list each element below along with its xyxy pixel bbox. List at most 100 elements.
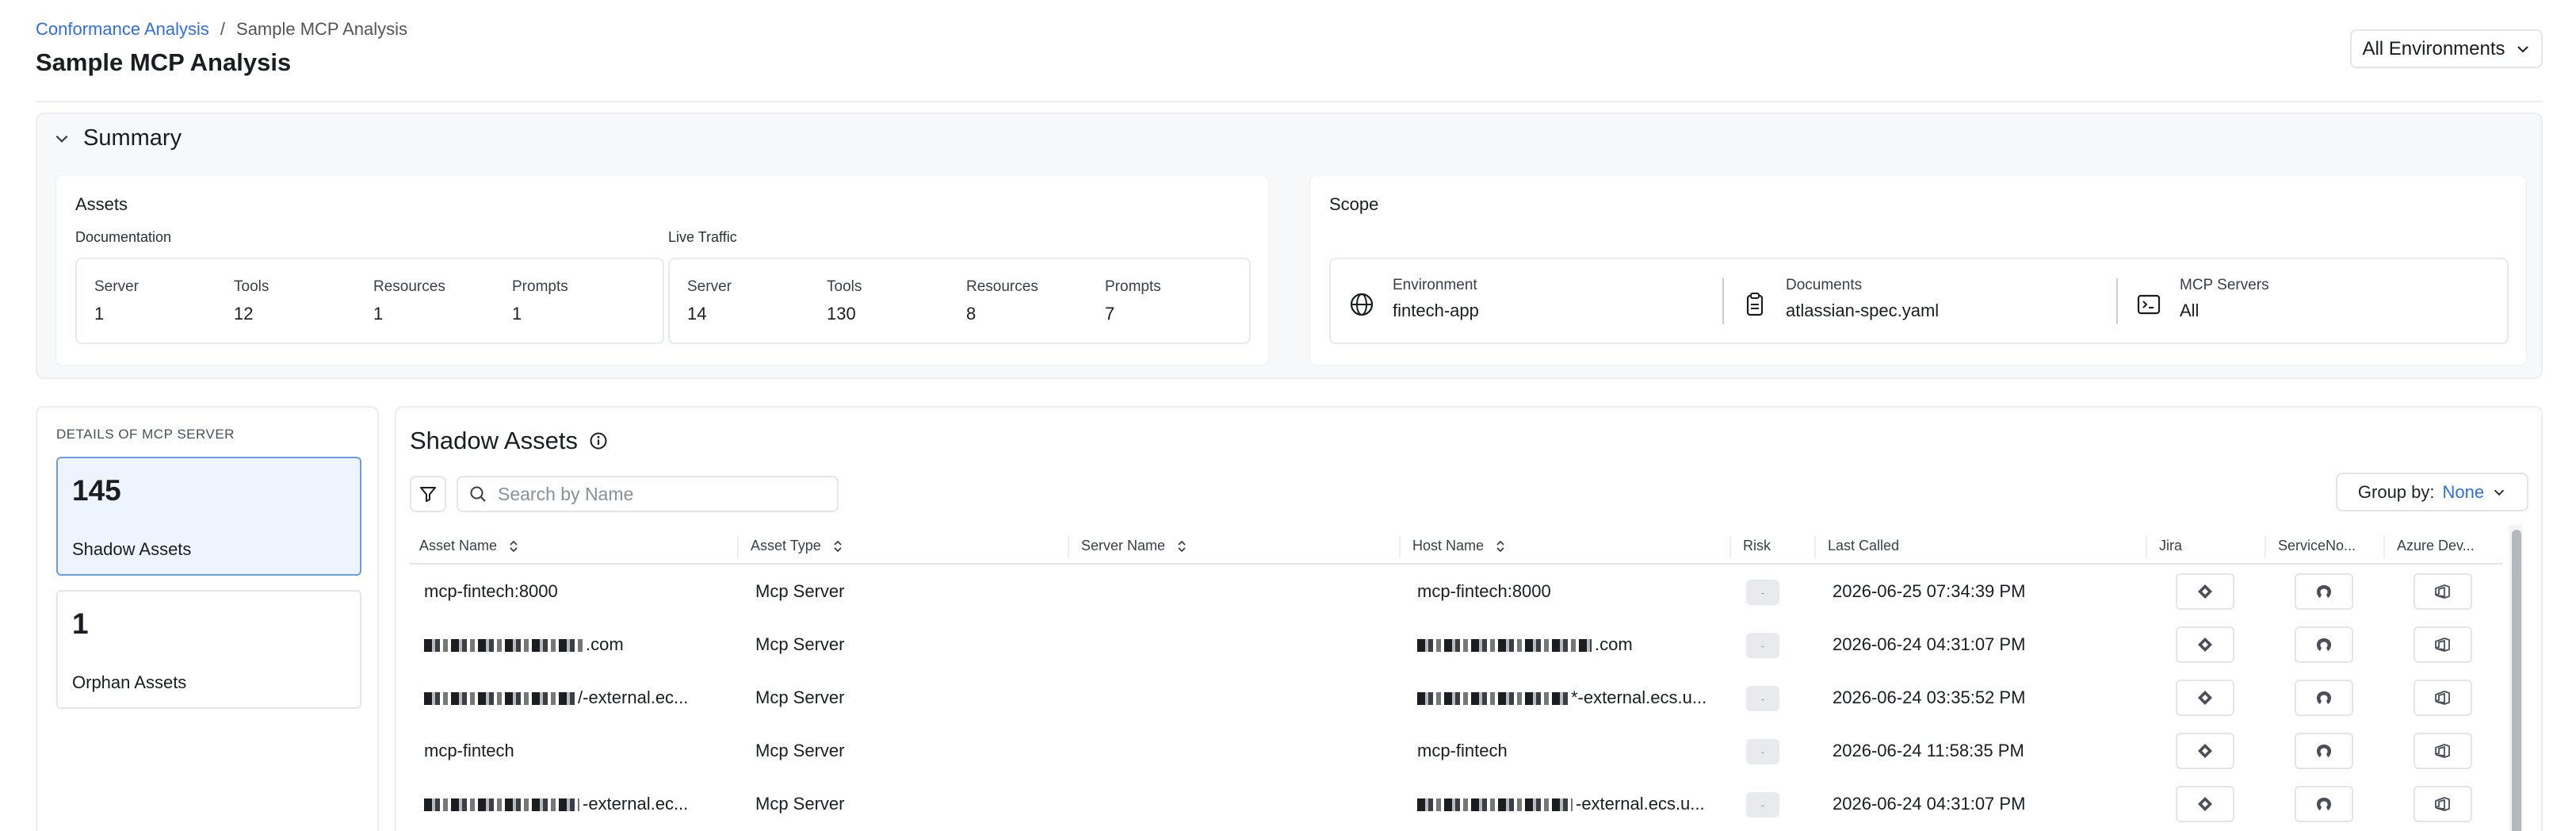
redacted-text <box>424 798 579 812</box>
stat-label: Resources <box>373 278 445 295</box>
stat-value: 14 <box>687 304 707 324</box>
cell-host-name: -external.ecs.u... <box>1417 794 1726 814</box>
detail-label: Shadow Assets <box>72 539 192 559</box>
servicenow-icon <box>2317 638 2331 651</box>
column-divider <box>2146 536 2147 558</box>
cell-last-called: 2026-06-24 03:35:52 PM <box>1833 687 2026 707</box>
environment-select[interactable]: All Environments <box>2350 29 2543 68</box>
filter-button[interactable] <box>410 476 446 512</box>
breadcrumb-link-conformance-analysis[interactable]: Conformance Analysis <box>36 19 209 40</box>
scope-label: Documents <box>1786 277 1863 293</box>
group-by-label: Group by: <box>2357 481 2435 502</box>
servicenow-button[interactable] <box>2295 733 2353 769</box>
filter-icon <box>420 487 436 502</box>
table-row[interactable]: /-external.ec... Mcp Server *-external.e… <box>410 672 2502 725</box>
assets-card: Assets Documentation Server 1 Tools 12 R… <box>55 174 1269 366</box>
details-heading: DETAILS OF MCP SERVER <box>56 427 235 442</box>
column-label: Jira <box>2159 538 2183 553</box>
stat-label: Prompts <box>512 278 568 295</box>
column-divider <box>1399 536 1401 558</box>
column-label: ServiceNo... <box>2278 538 2356 553</box>
shadow-assets-heading: Shadow Assets <box>410 427 608 455</box>
breadcrumb-current: Sample MCP Analysis <box>236 19 408 39</box>
cell-host-name-visible: .com <box>1595 634 1633 654</box>
details-panel: DETAILS OF MCP SERVER 145 Shadow Assets … <box>36 406 379 831</box>
cell-asset-type: Mcp Server <box>755 794 845 814</box>
orphan-assets-card[interactable]: 1 Orphan Assets <box>56 590 361 709</box>
column-last-called[interactable]: Last Called <box>1828 538 1899 554</box>
stat-value: 1 <box>94 304 105 324</box>
azure-devops-button[interactable] <box>2414 626 2472 663</box>
servicenow-button[interactable] <box>2295 626 2353 663</box>
cell-asset-name-visible: /-external.ec... <box>578 687 689 707</box>
risk-badge: - <box>1746 580 1779 605</box>
info-icon[interactable] <box>589 431 608 450</box>
azure-devops-icon <box>2435 584 2450 599</box>
risk-badge: - <box>1746 792 1779 818</box>
column-divider <box>2383 536 2385 558</box>
summary-title: Summary <box>83 125 182 151</box>
column-label: Azure Dev... <box>2397 538 2475 553</box>
search-input[interactable] <box>498 483 831 505</box>
azure-devops-button[interactable] <box>2414 573 2472 610</box>
group-by-value: None <box>2442 481 2485 502</box>
detail-label: Orphan Assets <box>72 672 187 692</box>
shadow-assets-title: Shadow Assets <box>410 427 578 454</box>
azure-devops-button[interactable] <box>2414 680 2472 716</box>
documentation-label: Documentation <box>75 229 172 245</box>
group-by-select[interactable]: Group by: None <box>2336 473 2528 511</box>
scope-environment: Environment fintech-app <box>1348 277 1479 321</box>
assets-card-title: Assets <box>75 194 128 214</box>
scope-card: Scope Environment fintech-app Documents … <box>1309 174 2527 366</box>
jira-button[interactable] <box>2176 626 2234 663</box>
summary-toggle[interactable]: Summary <box>53 125 182 151</box>
jira-button[interactable] <box>2176 786 2234 822</box>
table-row[interactable]: .com Mcp Server .com - 2026-06-24 04:31:… <box>410 618 2502 672</box>
chevron-down-icon <box>2494 489 2505 496</box>
servicenow-icon <box>2317 691 2331 704</box>
sort-icon <box>510 540 518 552</box>
stat-doc-resources: Resources 1 <box>373 278 445 324</box>
column-divider <box>737 536 739 558</box>
cell-host-name: mcp-fintech <box>1417 741 1508 760</box>
scrollbar-thumb[interactable] <box>2512 530 2521 831</box>
column-divider <box>1729 536 1731 558</box>
stat-label: Tools <box>234 278 269 295</box>
stat-live-resources: Resources 8 <box>966 278 1038 324</box>
column-azure-devops[interactable]: Azure Dev... <box>2397 538 2475 554</box>
jira-icon <box>2198 584 2212 599</box>
stat-label: Server <box>94 278 139 295</box>
servicenow-button[interactable] <box>2295 680 2353 716</box>
column-divider <box>2265 536 2266 558</box>
redacted-text <box>1417 798 1573 812</box>
servicenow-button[interactable] <box>2295 786 2353 822</box>
cell-asset-name: /-external.ec... <box>424 687 733 708</box>
table-row[interactable]: -external.ec... Mcp Server -external.ecs… <box>410 778 2502 831</box>
cell-host-name: .com <box>1417 634 1726 655</box>
stat-live-tools: Tools 130 <box>827 278 862 324</box>
column-asset-name[interactable]: Asset Name <box>419 538 519 554</box>
column-server-name[interactable]: Server Name <box>1081 538 1187 554</box>
azure-devops-icon <box>2435 638 2450 652</box>
column-asset-type[interactable]: Asset Type <box>751 538 843 554</box>
azure-devops-button[interactable] <box>2414 786 2472 822</box>
table-row[interactable]: mcp-fintech:8000 Mcp Server mcp-fintech:… <box>410 565 2502 618</box>
jira-button[interactable] <box>2176 680 2234 716</box>
risk-badge: - <box>1746 686 1779 711</box>
shadow-assets-card[interactable]: 145 Shadow Assets <box>56 457 361 576</box>
jira-button[interactable] <box>2176 573 2234 610</box>
stat-label: Prompts <box>1105 278 1161 295</box>
column-servicenow[interactable]: ServiceNo... <box>2278 538 2356 554</box>
azure-devops-button[interactable] <box>2414 733 2472 769</box>
scope-mcp-servers: MCP Servers All <box>2135 277 2269 321</box>
column-risk[interactable]: Risk <box>1743 538 1771 554</box>
cell-last-called: 2026-06-25 07:34:39 PM <box>1833 581 2026 601</box>
jira-icon <box>2198 797 2212 811</box>
table-row[interactable]: mcp-fintech Mcp Server mcp-fintech - 202… <box>410 725 2502 778</box>
sort-icon <box>1178 540 1186 552</box>
column-jira[interactable]: Jira <box>2159 538 2182 554</box>
jira-button[interactable] <box>2176 733 2234 769</box>
jira-icon <box>2198 638 2212 652</box>
column-host-name[interactable]: Host Name <box>1412 538 1506 554</box>
servicenow-button[interactable] <box>2295 573 2353 610</box>
